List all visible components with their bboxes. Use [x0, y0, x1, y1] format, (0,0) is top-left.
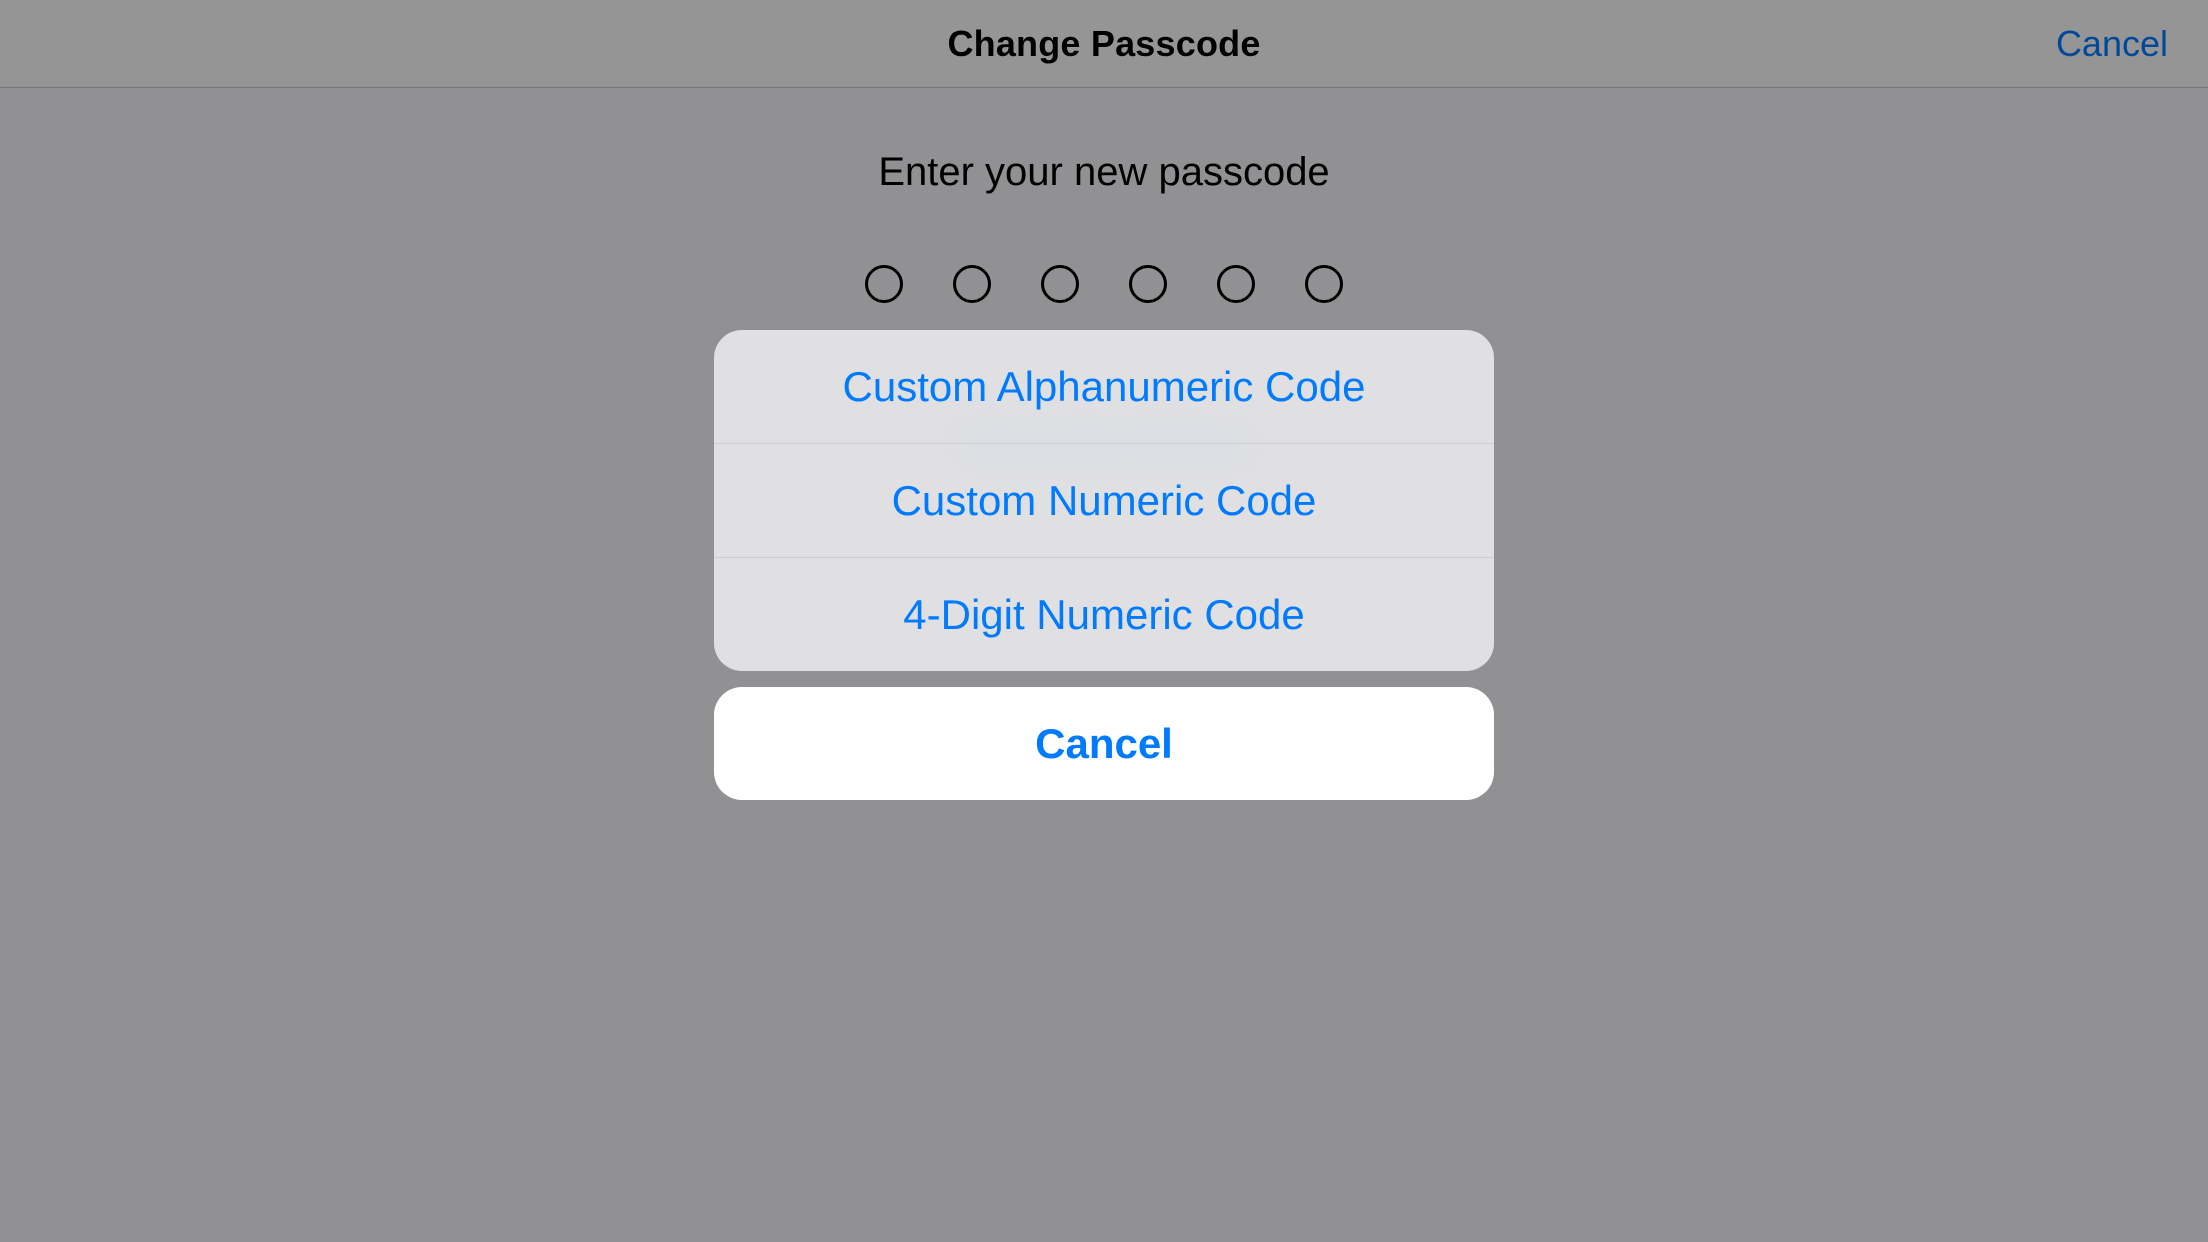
action-sheet-separator — [714, 443, 1494, 444]
action-sheet-cancel-button[interactable]: Cancel — [714, 687, 1494, 800]
passcode-dot — [1305, 265, 1343, 303]
action-sheet-cancel-group: Cancel — [714, 687, 1494, 800]
passcode-dot — [1041, 265, 1079, 303]
action-sheet-options-group: Custom Alphanumeric Code Custom Numeric … — [714, 330, 1494, 671]
navbar: Change Passcode Cancel — [0, 0, 2208, 88]
passcode-dot — [865, 265, 903, 303]
option-4-digit-numeric[interactable]: 4-Digit Numeric Code — [714, 558, 1494, 671]
option-custom-numeric[interactable]: Custom Numeric Code — [714, 444, 1494, 557]
passcode-prompt: Enter your new passcode — [0, 150, 2208, 195]
option-custom-alphanumeric[interactable]: Custom Alphanumeric Code — [714, 330, 1494, 443]
passcode-dot — [953, 265, 991, 303]
passcode-options-action-sheet: Custom Alphanumeric Code Custom Numeric … — [714, 330, 1494, 800]
navbar-cancel-button[interactable]: Cancel — [2056, 23, 2168, 65]
action-sheet-separator — [714, 557, 1494, 558]
navbar-title: Change Passcode — [947, 23, 1260, 65]
passcode-dot — [1217, 265, 1255, 303]
passcode-dots — [0, 265, 2208, 303]
passcode-dot — [1129, 265, 1167, 303]
